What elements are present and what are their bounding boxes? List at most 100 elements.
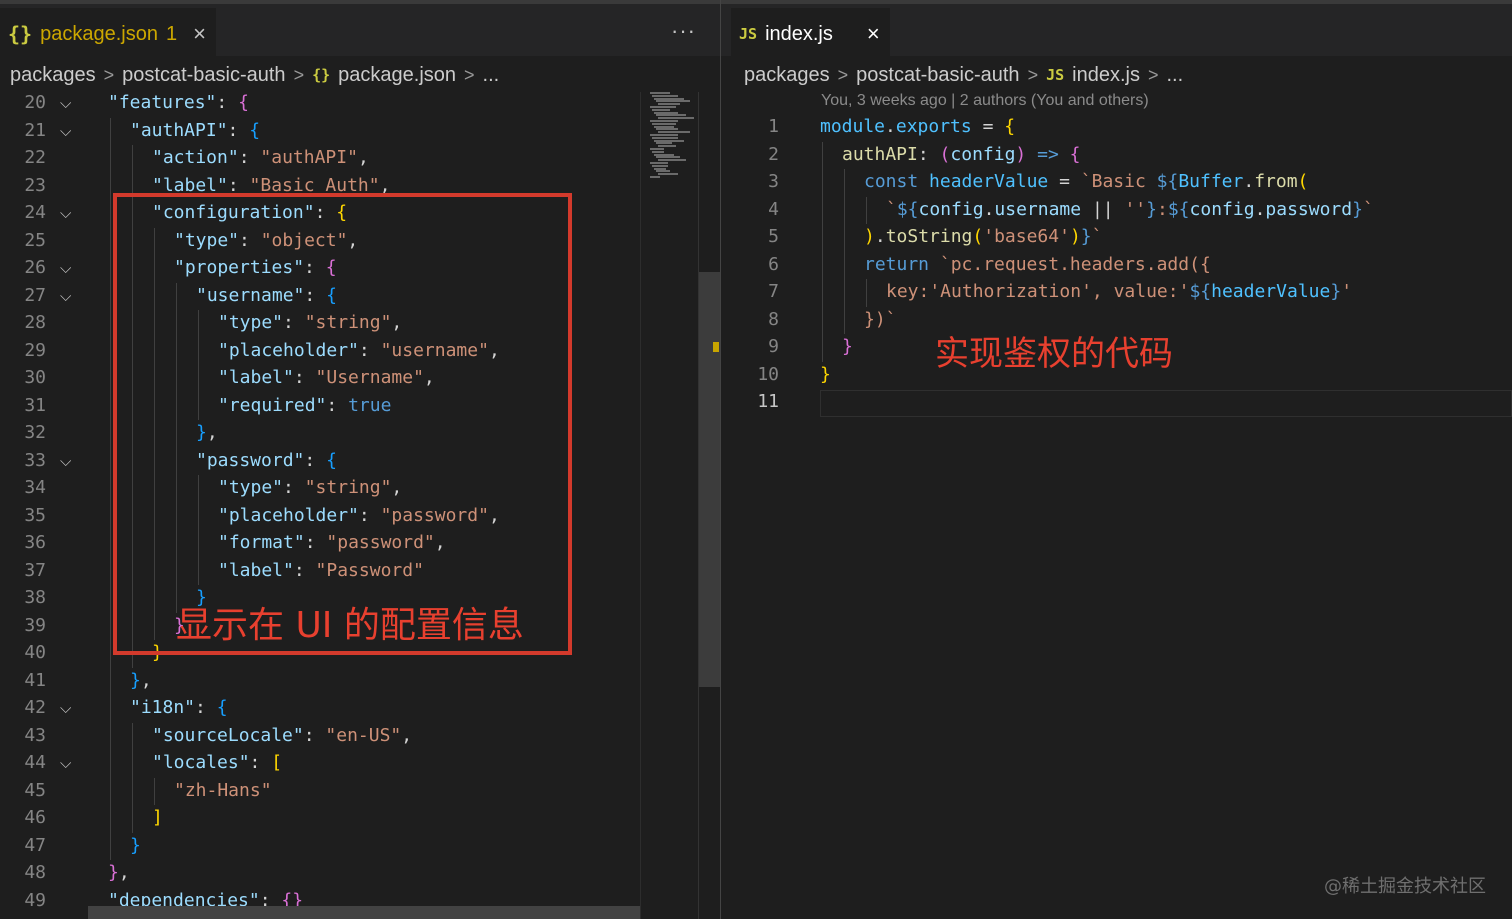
chevron-down-icon[interactable]: ⌵ [60,287,71,305]
line-number: 42 [24,697,46,718]
minimap-line [656,114,686,117]
breadcrumb-item[interactable]: ... [483,64,500,87]
line-number: 26 [24,257,46,278]
watermark: @稀土掘金技术社区 [1324,876,1486,897]
line-number: 28 [24,312,46,333]
tab-label: package.json [40,22,158,45]
breadcrumb-item[interactable]: package.json [338,64,456,87]
code-line: })` [864,308,897,330]
minimap-line [658,159,686,162]
line-number: 21 [24,119,46,141]
line-number: 10 [757,363,779,385]
minimap-line [654,125,674,128]
indent-guide [110,310,111,338]
minimap-line [650,92,670,94]
tab-package-json[interactable]: {} package.json 1 × [0,8,216,60]
more-actions-icon[interactable]: ··· [671,18,696,44]
line-number: 3 [768,171,779,192]
code-line: } [130,834,141,856]
indent-guide [822,279,823,307]
minimap-divider [640,92,641,919]
code-line: ] [152,807,163,828]
chevron-down-icon[interactable]: ⌵ [60,259,71,277]
minimap[interactable] [648,92,698,182]
minimap-line [650,148,664,150]
code-line: const headerValue = `Basic ${Buffer.from… [864,171,1309,192]
indent-guide [822,224,823,252]
chevron-down-icon[interactable]: ⌵ [60,94,71,112]
close-icon[interactable]: × [867,21,880,47]
code-line: "zh-Hans" [174,779,272,801]
code-line: ).toString('base64')}` [864,226,1103,247]
line-number: 27 [24,284,46,306]
line-number: 5 [768,226,779,247]
minimap-line [654,111,678,114]
indent-guide [110,612,111,640]
indent-guide [844,306,845,334]
minimap-line [652,164,668,167]
indent-guide [110,337,111,365]
line-number: 39 [24,614,46,636]
left-editor-pane: {} package.json 1 × ··· packages > postc… [0,0,720,919]
minimap-line [656,170,670,173]
chevron-down-icon[interactable]: ⌵ [60,204,71,222]
chevron-right-icon: > [464,64,475,85]
chevron-right-icon: > [837,64,849,85]
breadcrumb-item[interactable]: packages [744,64,830,87]
code-line: `${config.username || ''}:${config.passw… [886,198,1374,220]
minimap-line [650,120,678,122]
code-line: }, [130,669,152,691]
line-number: 11 [757,391,779,412]
indent-guide [110,145,111,173]
code-line: "sourceLocale": "en-US", [152,724,413,746]
indent-guide [110,585,111,613]
minimap-line [652,108,670,111]
indent-guide [132,750,133,778]
js-file-icon: JS [739,25,758,43]
indent-guide [110,750,111,778]
line-number: 7 [768,281,779,302]
annotation-auth-code: 实现鉴权的代码 [935,334,1173,374]
chevron-down-icon[interactable]: ⌵ [60,452,71,470]
breadcrumb-item[interactable]: index.js [1072,64,1140,87]
left-tab-bar: {} package.json 1 × ··· [0,0,720,60]
line-number: 40 [24,642,46,663]
breadcrumb-item[interactable]: postcat-basic-auth [122,64,285,87]
vertical-scrollbar[interactable] [698,92,720,919]
minimap-line [654,153,674,156]
line-number: 36 [24,532,46,553]
scrollbar-thumb[interactable] [699,272,720,687]
line-number: 25 [24,229,46,251]
current-line-highlight [820,390,1512,417]
codelens-blame[interactable]: You, 3 weeks ago | 2 authors (You and ot… [821,92,1149,110]
horizontal-scrollbar[interactable] [88,906,640,919]
line-number: 31 [24,394,46,416]
indent-guide [110,117,111,145]
chevron-down-icon[interactable]: ⌵ [60,699,71,717]
line-number: 43 [24,724,46,746]
minimap-line [652,94,678,97]
breadcrumb-item[interactable]: packages [10,64,96,87]
breadcrumb-item[interactable]: postcat-basic-auth [856,64,1019,87]
line-number: 46 [24,807,46,828]
tab-index-js[interactable]: JS index.js × [731,8,890,60]
code-line: key:'Authorization', value:'${headerValu… [886,281,1353,302]
line-number: 44 [24,752,46,773]
minimap-line [658,173,678,176]
indent-guide [822,334,823,362]
minimap-line [656,100,690,103]
indent-guide [866,196,867,224]
line-number: 2 [768,143,779,165]
chevron-down-icon[interactable]: ⌵ [60,122,71,140]
indent-guide [110,365,111,393]
breadcrumb-item[interactable]: ... [1166,64,1183,87]
breadcrumb: packages > postcat-basic-auth > {} packa… [10,60,499,90]
line-number: 32 [24,422,46,443]
highlight-box [113,193,572,655]
indent-guide [154,777,155,805]
indent-guide [110,475,111,503]
indent-guide [822,251,823,279]
close-icon[interactable]: × [193,21,206,47]
chevron-down-icon[interactable]: ⌵ [60,754,71,772]
indent-guide [110,640,111,668]
